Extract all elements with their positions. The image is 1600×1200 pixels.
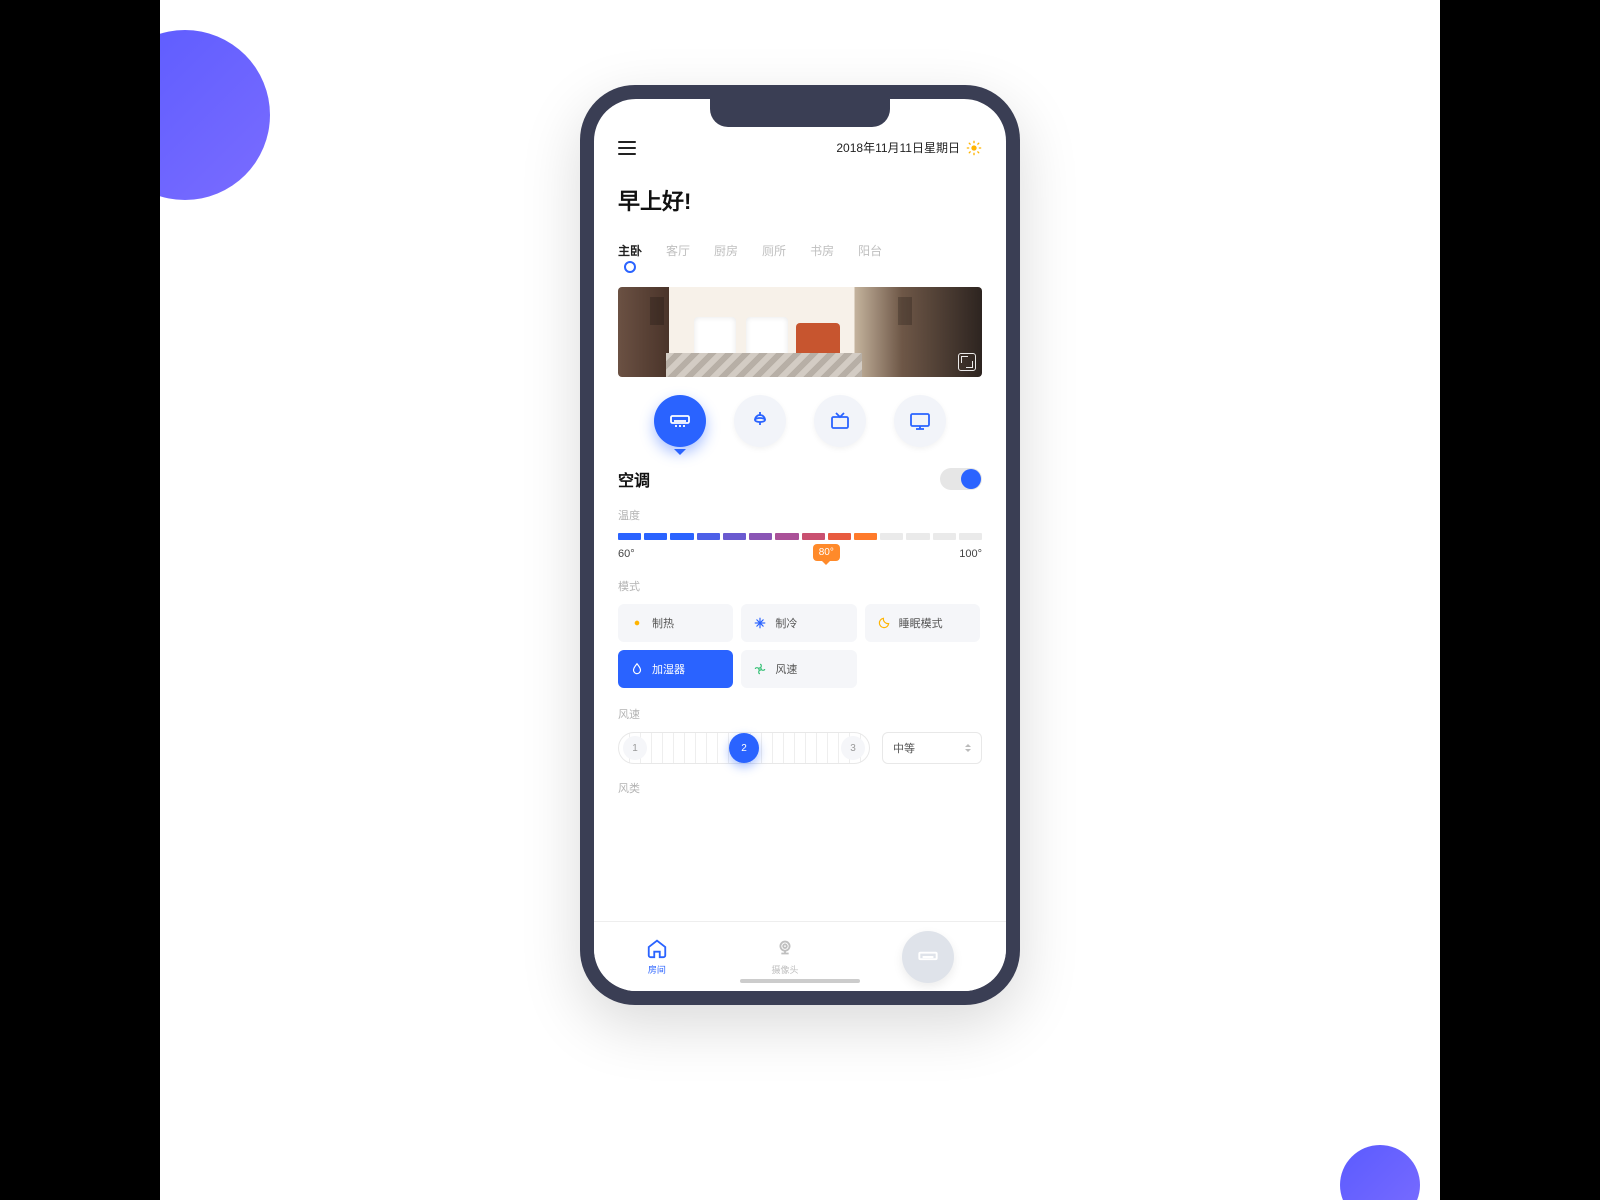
fan-icon [753,662,767,676]
device-ac-button[interactable] [654,395,706,447]
date-text: 2018年11月11日星期日 [836,139,960,156]
menu-icon[interactable] [618,141,636,155]
greeting-title: 早上好! [618,184,982,216]
fan-level-3[interactable]: 3 [841,736,865,760]
mode-label: 模式 [618,578,982,594]
mode-sleep-label: 睡眠模式 [899,615,943,631]
fan-level-1[interactable]: 1 [623,736,647,760]
monitor-icon [908,409,932,433]
fan-level-2[interactable]: 2 [729,733,759,763]
nav-room-button[interactable]: 房间 [646,937,668,976]
decor-circle-top [160,30,270,200]
ac-small-icon [915,944,941,970]
moon-icon [877,616,891,630]
phone-screen: 2018年11月11日星期日 早上好! 主卧 客厅 厨房 厕所 书房 阳台 [594,99,1006,991]
device-tv-button[interactable] [814,395,866,447]
phone-frame: 2018年11月11日星期日 早上好! 主卧 客厅 厨房 厕所 书房 阳台 [580,85,1020,1005]
camera-icon [774,937,796,959]
mode-fan-label: 风速 [775,661,797,677]
tv-icon [828,409,852,433]
home-icon [646,937,668,959]
temp-max: 100° [959,548,982,560]
ac-icon [668,409,692,433]
tab-living-room[interactable]: 客厅 [666,242,690,273]
temperature-slider[interactable] [618,533,982,540]
temperature-label: 温度 [618,507,982,523]
tab-kitchen[interactable]: 厨房 [714,242,738,273]
mode-cool-label: 制冷 [775,615,797,631]
mode-sleep-button[interactable]: 睡眠模式 [865,604,980,642]
device-monitor-button[interactable] [894,395,946,447]
date-label: 2018年11月11日星期日 [836,139,982,156]
tab-balcony[interactable]: 阳台 [858,242,882,273]
bottom-nav: 房间 摄像头 [594,921,1006,991]
fan-speed-label: 风速 [618,706,982,722]
sun-icon [630,616,644,630]
mode-humid-label: 加湿器 [652,661,685,677]
fan-speed-select[interactable]: 中等 [882,732,982,764]
device-light-button[interactable] [734,395,786,447]
temp-current-badge: 80° [813,544,840,561]
room-preview-image[interactable] [618,287,982,377]
nav-room-label: 房间 [648,963,666,976]
snowflake-icon [753,616,767,630]
section-title: 空调 [618,467,650,491]
fan-speed-slider[interactable]: 1 2 3 [618,732,870,764]
mode-cool-button[interactable]: 制冷 [741,604,856,642]
home-indicator [740,979,860,983]
mode-heat-button[interactable]: 制热 [618,604,733,642]
mode-humidifier-button[interactable]: 加湿器 [618,650,733,688]
room-tabs: 主卧 客厅 厨房 厕所 书房 阳台 [618,242,982,273]
tab-master-bedroom[interactable]: 主卧 [618,242,642,273]
temp-min: 60° [618,548,635,560]
weather-sun-icon [966,140,982,156]
expand-icon[interactable] [958,353,976,371]
tab-study[interactable]: 书房 [810,242,834,273]
fan-speed-value: 中等 [893,740,915,756]
nav-fab-button[interactable] [902,931,954,983]
tab-bathroom[interactable]: 厕所 [762,242,786,273]
light-icon [748,409,772,433]
droplet-icon [630,662,644,676]
mode-fan-button[interactable]: 风速 [741,650,856,688]
nav-camera-label: 摄像头 [771,963,798,976]
wind-type-label: 风类 [618,780,982,796]
chevron-updown-icon [965,741,971,755]
phone-notch [710,99,890,127]
decor-circle-bottom [1340,1145,1420,1200]
nav-camera-button[interactable]: 摄像头 [771,937,798,976]
power-toggle[interactable] [940,468,982,490]
mode-heat-label: 制热 [652,615,674,631]
